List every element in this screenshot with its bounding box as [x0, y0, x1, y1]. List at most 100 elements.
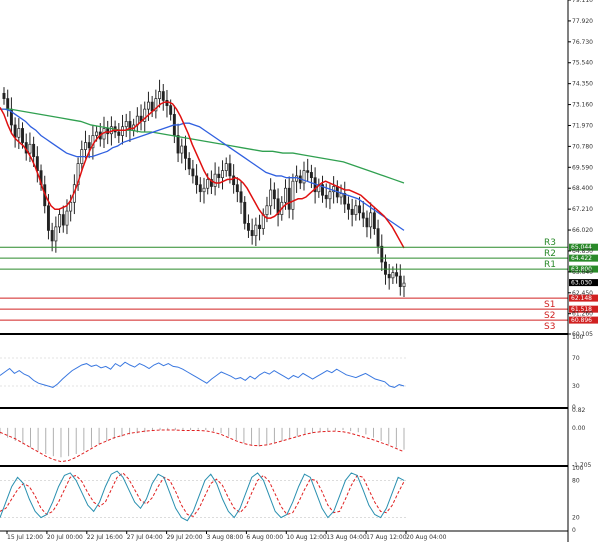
xtick-label: 13 Aug 04:00	[326, 534, 367, 541]
candle	[21, 128, 24, 143]
candle	[265, 205, 269, 215]
price-ytick-label: 69.590	[572, 164, 593, 171]
candle	[121, 126, 124, 136]
price-ytick-label: 70.780	[572, 143, 593, 150]
candle	[202, 187, 206, 193]
rsi-panel	[0, 357, 407, 388]
candle	[217, 173, 221, 179]
candle	[6, 98, 10, 110]
candle	[195, 175, 199, 186]
candle	[384, 261, 387, 275]
price-ytick-label: 64.830	[572, 248, 593, 255]
candle	[87, 142, 91, 149]
candle	[324, 194, 328, 200]
xtick-label: 15 Jul 12:00	[7, 534, 43, 541]
candle	[150, 101, 154, 112]
rsi-ytick-label: 30	[572, 383, 580, 390]
candle	[350, 208, 354, 215]
candle	[17, 128, 21, 138]
candle	[158, 91, 162, 99]
candle	[180, 145, 184, 154]
candle	[287, 187, 291, 210]
candle	[258, 224, 262, 229]
price-panel	[0, 79, 406, 298]
candle	[213, 173, 217, 187]
candle	[65, 210, 69, 226]
stoch-ytick-label: 20	[572, 515, 580, 522]
candle	[354, 205, 358, 215]
xtick-label: 27 Jul 04:00	[127, 534, 163, 541]
candle	[402, 282, 406, 287]
candle	[328, 191, 332, 200]
candle	[58, 214, 62, 228]
candle	[198, 184, 202, 193]
candle	[165, 99, 169, 106]
candle	[187, 157, 191, 170]
candle	[346, 203, 350, 210]
price-ytick-label: 71.970	[572, 122, 593, 129]
xtick-label: 10 Aug 12:00	[286, 534, 327, 541]
candle	[69, 201, 73, 212]
level-name-s3: S3	[544, 322, 555, 332]
candle	[284, 187, 287, 203]
level-name-s1: S1	[544, 300, 555, 310]
candle	[169, 105, 173, 115]
stoch-ytick-label: 100	[572, 465, 584, 472]
xtick-label: 6 Aug 00:00	[246, 534, 283, 541]
candle	[376, 228, 380, 247]
candle	[13, 124, 17, 138]
candle	[206, 179, 210, 189]
price-ytick-label: 68.400	[572, 185, 593, 192]
candle	[365, 217, 369, 228]
candle	[235, 184, 239, 193]
candle	[358, 205, 362, 214]
rsi-line	[0, 361, 405, 388]
candle	[387, 273, 391, 279]
xtick-label: 17 Aug 12:00	[366, 534, 407, 541]
support-resistance-levels: R3 65.044R2 64.422R1 63.800S162.148S261.518…	[0, 238, 598, 332]
macd-panel	[0, 427, 405, 463]
stoch-d-line	[0, 472, 405, 517]
price-ytick-label: 79.110	[572, 0, 593, 4]
xtick-label: 22 Jul 16:00	[87, 534, 123, 541]
candle	[117, 131, 121, 136]
candle	[224, 163, 228, 171]
candle	[372, 212, 376, 229]
mid-ma-line	[0, 108, 405, 231]
candle	[2, 92, 6, 99]
candle	[161, 91, 165, 101]
candle	[246, 223, 250, 231]
candle	[32, 143, 36, 157]
price-ytick-label: 67.210	[572, 206, 593, 213]
xtick-label: 29 Jul 20:00	[167, 534, 203, 541]
candle	[380, 245, 384, 263]
candle	[28, 143, 32, 154]
chart: R3 65.044R2 64.422R1 63.800S162.148S261.518…	[0, 0, 598, 542]
candle	[309, 172, 313, 179]
level-value-label: 64.422	[571, 255, 592, 262]
price-ytick-label: 73.160	[572, 102, 593, 109]
price-ytick-label: 77.920	[572, 18, 593, 25]
level-name-r2: R2	[544, 249, 556, 259]
price-ytick-label: 76.730	[572, 39, 593, 46]
candle	[391, 272, 395, 279]
candle	[250, 230, 254, 237]
stochastic-panel	[0, 470, 407, 522]
candle	[50, 230, 54, 242]
rsi-ytick-label: 100	[572, 334, 584, 341]
macd-ytick-label: 0.00	[572, 425, 586, 432]
macd-ytick-label: 0.82	[572, 407, 586, 414]
level-name-r1: R1	[544, 260, 556, 270]
candle	[95, 131, 99, 136]
xtick-label: 20 Jul 00:00	[47, 534, 83, 541]
xtick-label: 3 Aug 08:00	[207, 534, 244, 541]
price-ytick-label: 75.540	[572, 60, 593, 67]
level-name-r3: R3	[544, 238, 556, 248]
level-value-label: 60.896	[571, 317, 592, 324]
candle	[124, 121, 128, 128]
stoch-k-line	[0, 470, 405, 522]
slow-ma-line	[0, 108, 405, 184]
xtick-label: 20 Aug 04:00	[406, 534, 447, 541]
candle	[361, 212, 365, 219]
price-ytick-label: 62.450	[572, 290, 593, 297]
